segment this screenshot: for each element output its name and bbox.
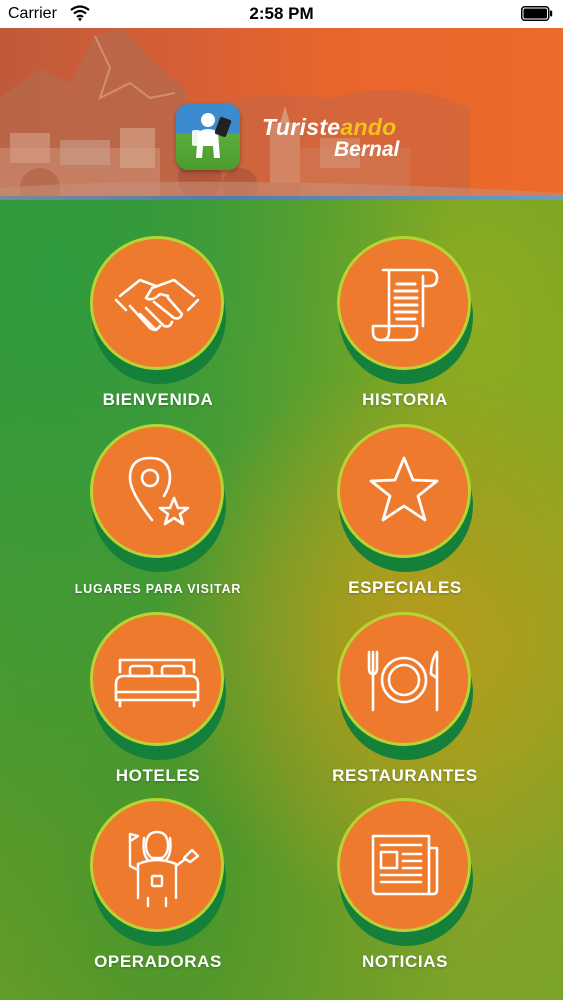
- map-pin-star-icon: [128, 456, 190, 526]
- main-menu: BIENVENIDA HISTORIA LUGARES PARA VISITAR…: [0, 200, 563, 1000]
- scroll-icon: [371, 268, 439, 342]
- menu-item-hoteles[interactable]: HOTELES: [48, 612, 268, 792]
- menu-item-noticias[interactable]: NOTICIAS: [295, 798, 515, 978]
- brand-title: Turisteando: [262, 114, 397, 141]
- brand-part2: ando: [340, 114, 397, 140]
- brand-part1: Turiste: [262, 114, 341, 140]
- handshake-icon: [114, 278, 200, 332]
- clock: 2:58 PM: [249, 4, 314, 23]
- menu-label: OPERADORAS: [94, 952, 222, 971]
- tourist-logo-icon: [192, 113, 232, 158]
- menu-item-historia[interactable]: HISTORIA: [295, 236, 515, 416]
- star-icon: [369, 456, 439, 522]
- menu-item-lugares-para-visitar[interactable]: LUGARES PARA VISITAR: [48, 424, 268, 604]
- bed-icon: [114, 658, 200, 708]
- app-logo: [176, 104, 240, 170]
- menu-item-bienvenida[interactable]: BIENVENIDA: [48, 236, 268, 416]
- plate-cutlery-icon: [367, 650, 439, 712]
- menu-item-especiales[interactable]: ESPECIALES: [295, 424, 515, 604]
- menu-label: HOTELES: [115, 766, 201, 785]
- battery-icon: [521, 6, 553, 21]
- menu-label: HISTORIA: [362, 390, 448, 409]
- menu-label: BIENVENIDA: [102, 390, 214, 409]
- tour-guide-icon: [128, 830, 200, 908]
- newspaper-icon: [371, 834, 439, 896]
- menu-label: NOTICIAS: [361, 952, 449, 971]
- menu-item-restaurantes[interactable]: RESTAURANTES: [295, 612, 515, 792]
- status-bar: Carrier 2:58 PM: [0, 0, 563, 28]
- menu-label: ESPECIALES: [348, 578, 462, 597]
- brand-subtitle: Bernal: [334, 138, 400, 161]
- header-banner: Turisteando Bernal: [0, 28, 563, 198]
- menu-item-operadoras[interactable]: OPERADORAS: [48, 798, 268, 978]
- menu-label: RESTAURANTES: [332, 766, 478, 785]
- bernal-landscape-illustration: [0, 28, 563, 198]
- menu-label: LUGARES PARA VISITAR: [74, 582, 242, 596]
